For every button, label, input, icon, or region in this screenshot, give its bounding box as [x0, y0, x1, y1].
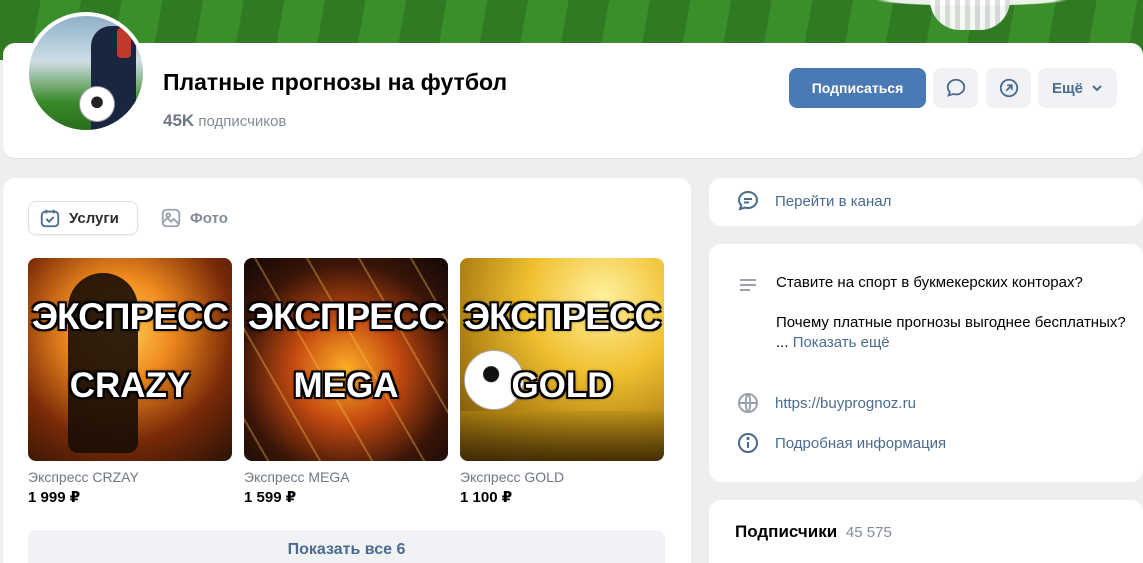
- product-name[interactable]: Экспресс GOLD: [460, 469, 664, 485]
- lightning-decoration: [244, 258, 448, 461]
- globe-icon: [735, 390, 761, 416]
- product-card[interactable]: ЭКСПРЕСС GOLD Экспресс GOLD 1 100 ₽: [460, 258, 664, 506]
- description-row: [735, 272, 761, 298]
- description-more: ... Показать ещё: [776, 333, 1126, 353]
- tab-photo-label: Фото: [190, 209, 228, 227]
- followers-label: Подписчики: [735, 522, 838, 541]
- product-card[interactable]: ЭКСПРЕСС CRAZY Экспресс CRZAY 1 999 ₽: [28, 258, 232, 506]
- more-button[interactable]: Ещё: [1038, 68, 1117, 108]
- page-title: Платные прогнозы на футбол: [163, 69, 508, 95]
- website-link[interactable]: https://buyprognoz.ru: [775, 395, 916, 412]
- grass-decoration: [460, 411, 664, 461]
- calendar-check-icon: [40, 209, 60, 228]
- tab-photo[interactable]: Фото: [150, 201, 238, 235]
- message-button[interactable]: [933, 68, 978, 108]
- go-to-channel-label: Перейти в канал: [775, 192, 892, 210]
- subscriber-count-number: 45K: [163, 111, 195, 130]
- tab-services-label: Услуги: [69, 209, 119, 227]
- subscriber-count-label: подписчиков: [198, 113, 287, 130]
- show-more-link[interactable]: Показать ещё: [793, 334, 890, 351]
- avatar-ball: [79, 86, 115, 122]
- product-name[interactable]: Экспресс MEGA: [244, 469, 448, 485]
- description-line-1: Ставите на спорт в букмекерских конторах…: [776, 274, 1083, 291]
- website-row[interactable]: https://buyprognoz.ru: [735, 390, 916, 416]
- share-arrow-icon: [999, 78, 1018, 98]
- product-price: 1 100 ₽: [460, 489, 513, 506]
- avatar-arm: [117, 28, 131, 58]
- details-row[interactable]: Подробная информация: [735, 430, 946, 456]
- product-image-title: ЭКСПРЕСС: [31, 296, 230, 337]
- details-link[interactable]: Подробная информация: [775, 435, 946, 452]
- product-name[interactable]: Экспресс CRZAY: [28, 469, 232, 485]
- description-line-2: Почему платные прогнозы выгоднее бесплат…: [776, 314, 1126, 331]
- product-image-subtitle: GOLD: [511, 366, 613, 405]
- product-image-title: ЭКСПРЕСС: [247, 296, 446, 337]
- text-lines-icon: [735, 272, 761, 298]
- share-button[interactable]: [986, 68, 1031, 108]
- chevron-down-icon: [1092, 85, 1102, 92]
- product-image[interactable]: ЭКСПРЕСС CRAZY: [28, 258, 232, 461]
- product-image-title: ЭКСПРЕСС: [463, 296, 662, 337]
- chat-bubble-icon: [735, 188, 761, 214]
- product-image[interactable]: ЭКСПРЕСС GOLD: [460, 258, 664, 461]
- followers-count: 45 575: [845, 524, 892, 541]
- followers-heading[interactable]: Подписчики 45 575: [735, 522, 892, 542]
- product-image-subtitle: CRAZY: [69, 366, 191, 405]
- avatar[interactable]: [25, 12, 147, 134]
- product-image-subtitle: MEGA: [293, 366, 399, 405]
- go-to-channel-link[interactable]: Перейти в канал: [735, 188, 891, 214]
- product-card[interactable]: ЭКСПРЕСС MEGA Экспресс MEGA 1 599 ₽: [244, 258, 448, 506]
- info-icon: [735, 430, 761, 456]
- subscribe-button[interactable]: Подписаться: [789, 68, 926, 108]
- description-ellipsis: ...: [776, 334, 789, 351]
- product-price: 1 999 ₽: [28, 489, 81, 506]
- subscriber-count[interactable]: 45K подписчиков: [163, 111, 286, 131]
- product-price: 1 599 ₽: [244, 489, 297, 506]
- message-icon: [946, 78, 965, 97]
- community-description: Ставите на спорт в букмекерских конторах…: [776, 273, 1126, 353]
- more-button-label: Ещё: [1051, 79, 1083, 97]
- photo-icon: [161, 208, 181, 228]
- tab-services[interactable]: Услуги: [28, 201, 138, 235]
- show-all-button[interactable]: Показать все 6: [28, 530, 665, 563]
- product-image[interactable]: ЭКСПРЕСС MEGA: [244, 258, 448, 461]
